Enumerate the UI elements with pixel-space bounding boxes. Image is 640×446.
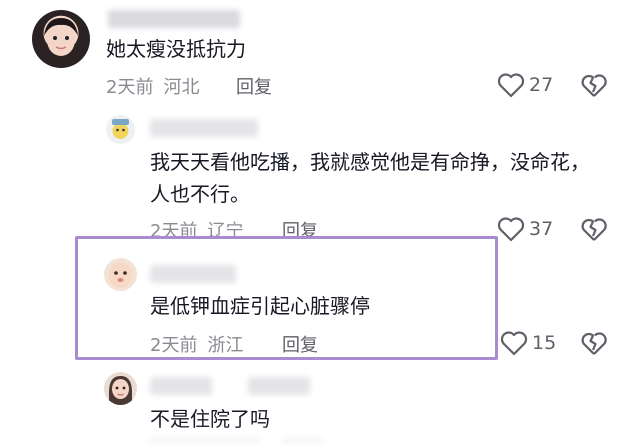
heart-icon [497,217,525,242]
avatar[interactable] [104,372,137,405]
dislike-button[interactable] [580,72,608,102]
like-button[interactable]: 15 [500,330,556,356]
username[interactable] [150,265,236,283]
username[interactable] [150,119,258,137]
like-button[interactable]: 27 [497,72,553,98]
comment-time: 2天前 [106,77,154,98]
reply-button[interactable]: 回复 [282,331,318,357]
like-count: 37 [529,218,554,240]
comment-meta: 2天前 河北 [106,73,199,99]
dislike-button[interactable] [580,330,608,360]
baby-avatar-icon [108,262,133,288]
heart-icon [497,73,525,98]
broken-heart-icon [581,74,607,97]
girl-avatar-icon [44,18,78,56]
username[interactable] [150,377,212,395]
avatar[interactable] [104,258,137,291]
dislike-button[interactable] [580,216,608,246]
avatar[interactable] [32,10,90,68]
username[interactable] [108,10,240,28]
reply-target-username[interactable] [248,377,310,395]
comment-location: 河北 [163,77,200,98]
like-count: 15 [532,332,557,354]
like-button[interactable]: 37 [497,216,553,242]
broken-heart-icon [581,332,607,355]
comment-text: 她太瘦没抵抗力 [106,37,246,61]
woman-avatar-icon [109,376,132,405]
comment-time: 2天前 [150,335,198,356]
heart-icon [500,331,528,356]
reply-button[interactable]: 回复 [236,73,272,99]
comment-location: 浙江 [207,335,244,356]
cartoon-avatar-icon [112,119,129,139]
avatar[interactable] [106,115,135,144]
comment-meta: 2天前 浙江 [150,331,243,357]
bottom-fade [0,425,640,446]
comment-text-line-1: 我天天看他吃播，我就感觉他是有命挣，没命花， [150,150,590,174]
like-count: 27 [529,74,554,96]
comment-text: 是低钾血症引起心脏骤停 [150,294,370,318]
comment-text-line-2: 人也不行。 [150,182,250,206]
broken-heart-icon [581,218,607,241]
